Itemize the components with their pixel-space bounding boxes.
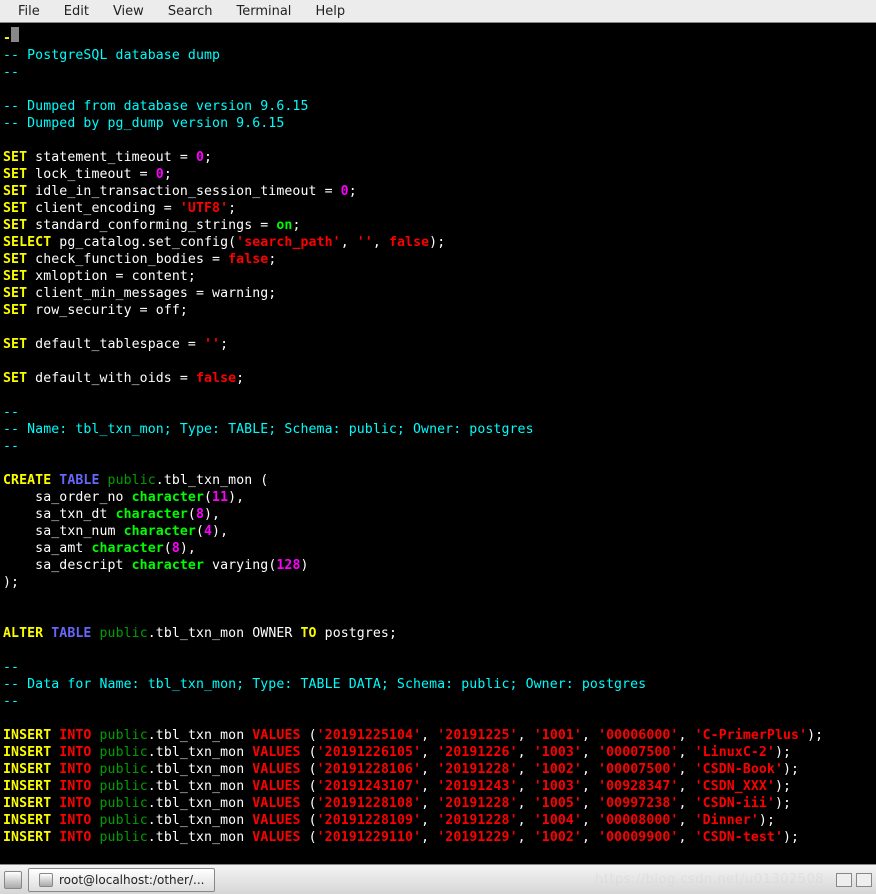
tray-icon-2[interactable] (856, 873, 872, 887)
menu-view[interactable]: View (101, 2, 156, 21)
watermark-text: https://blog.csdn.net/u01302508 (595, 872, 824, 887)
start-icon[interactable] (4, 871, 22, 889)
menu-file[interactable]: File (6, 2, 52, 21)
system-tray (836, 873, 872, 887)
menubar: File Edit View Search Terminal Help (0, 0, 876, 23)
terminal-content[interactable]: - -- PostgreSQL database dump -- -- Dump… (0, 23, 876, 862)
taskbar-task-label: root@localhost:/other/... (59, 873, 204, 887)
menu-search[interactable]: Search (156, 2, 225, 21)
menu-edit[interactable]: Edit (52, 2, 101, 21)
taskbar-task-terminal[interactable]: root@localhost:/other/... (28, 868, 215, 892)
menu-terminal[interactable]: Terminal (224, 2, 303, 21)
tray-icon-1[interactable] (836, 873, 852, 887)
menu-help[interactable]: Help (303, 2, 357, 21)
taskbar: root@localhost:/other/... https://blog.c… (0, 864, 876, 894)
terminal-icon (39, 873, 53, 887)
